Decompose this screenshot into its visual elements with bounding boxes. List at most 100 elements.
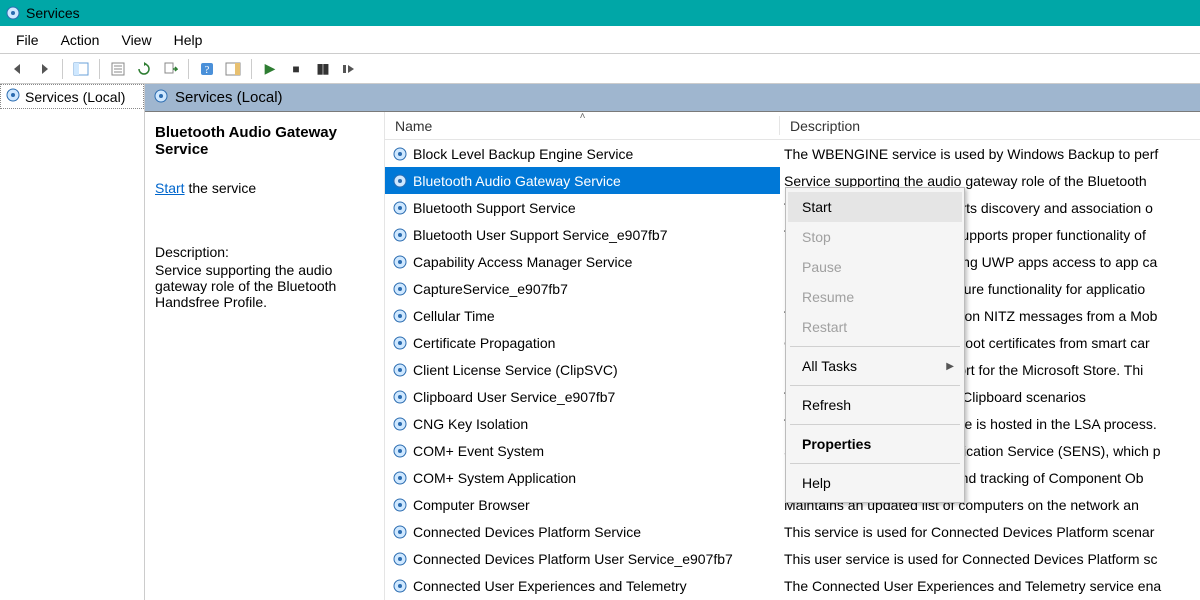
gear-icon xyxy=(391,496,409,514)
service-name: CaptureService_e907fb7 xyxy=(413,281,568,297)
action-pane-button[interactable] xyxy=(221,57,245,81)
ctx-resume: Resume xyxy=(788,282,962,312)
toolbar-separator xyxy=(62,59,63,79)
service-row[interactable]: Bluetooth Support Service xyxy=(385,194,780,221)
service-row[interactable]: Bluetooth Audio Gateway Service xyxy=(385,167,780,194)
window-title: Services xyxy=(26,5,80,21)
toolbar-separator xyxy=(251,59,252,79)
ctx-refresh[interactable]: Refresh xyxy=(788,390,962,420)
gear-icon xyxy=(391,199,409,217)
show-hide-console-tree-button[interactable] xyxy=(69,57,93,81)
tree-node-label: Services (Local) xyxy=(25,89,125,105)
service-name: Cellular Time xyxy=(413,308,495,324)
service-row[interactable]: Computer Browser xyxy=(385,491,780,518)
content-header: Services (Local) xyxy=(145,84,1200,112)
gear-icon xyxy=(391,253,409,271)
refresh-button[interactable] xyxy=(132,57,156,81)
gear-icon xyxy=(391,469,409,487)
menubar: File Action View Help xyxy=(0,26,1200,54)
toolbar: ? ▶ ■ ▮▮ xyxy=(0,54,1200,84)
service-row[interactable]: CNG Key Isolation xyxy=(385,410,780,437)
context-menu: Start Stop Pause Resume Restart All Task… xyxy=(785,187,965,503)
service-name: Client License Service (ClipSVC) xyxy=(413,362,618,378)
ctx-restart: Restart xyxy=(788,312,962,342)
service-row[interactable]: COM+ System Application xyxy=(385,464,780,491)
menu-action[interactable]: Action xyxy=(51,28,110,52)
gear-icon xyxy=(391,442,409,460)
service-row[interactable]: Connected User Experiences and Telemetry xyxy=(385,572,780,599)
gear-icon xyxy=(391,361,409,379)
gear-icon xyxy=(391,550,409,568)
start-service-button[interactable]: ▶ xyxy=(258,57,282,81)
chevron-right-icon: ▶ xyxy=(946,361,954,372)
service-name: Connected User Experiences and Telemetry xyxy=(413,578,687,594)
gear-icon xyxy=(391,172,409,190)
service-row[interactable]: Connected Devices Platform Service xyxy=(385,518,780,545)
toolbar-separator xyxy=(188,59,189,79)
service-row[interactable]: Capability Access Manager Service xyxy=(385,248,780,275)
service-description-cell[interactable]: The WBENGINE service is used by Windows … xyxy=(780,140,1200,167)
column-header-description[interactable]: Description xyxy=(780,112,1200,140)
gear-icon xyxy=(391,388,409,406)
service-name: Bluetooth User Support Service_e907fb7 xyxy=(413,227,668,243)
ctx-start[interactable]: Start xyxy=(788,192,962,222)
service-row[interactable]: Certificate Propagation xyxy=(385,329,780,356)
nav-back-button[interactable] xyxy=(6,57,30,81)
service-name: Bluetooth Support Service xyxy=(413,200,576,216)
service-description-cell[interactable]: The Connected User Experiences and Telem… xyxy=(780,572,1200,599)
ctx-stop: Stop xyxy=(788,222,962,252)
start-service-link[interactable]: Start xyxy=(155,180,185,196)
svg-text:?: ? xyxy=(205,64,210,76)
ctx-separator xyxy=(790,385,960,386)
description-text: Service supporting the audio gateway rol… xyxy=(155,262,374,310)
service-name: Block Level Backup Engine Service xyxy=(413,146,633,162)
console-tree: Services (Local) xyxy=(0,84,145,600)
nav-forward-button[interactable] xyxy=(32,57,56,81)
description-label: Description: xyxy=(155,244,374,260)
service-row[interactable]: Connected Devices Platform User Service_… xyxy=(385,545,780,572)
pause-service-button[interactable]: ▮▮ xyxy=(310,57,334,81)
gear-icon xyxy=(391,226,409,244)
service-description-cell[interactable]: This service is used for Connected Devic… xyxy=(780,518,1200,545)
service-name: COM+ Event System xyxy=(413,443,544,459)
stop-service-button[interactable]: ■ xyxy=(284,57,308,81)
menu-view[interactable]: View xyxy=(111,28,161,52)
ctx-pause: Pause xyxy=(788,252,962,282)
gear-icon xyxy=(391,145,409,163)
service-name: Connected Devices Platform User Service_… xyxy=(413,551,733,567)
service-name: Capability Access Manager Service xyxy=(413,254,632,270)
column-header-name[interactable]: ˄ Name xyxy=(385,112,780,140)
service-row[interactable]: Bluetooth User Support Service_e907fb7 xyxy=(385,221,780,248)
ctx-separator xyxy=(790,346,960,347)
service-row[interactable]: Client License Service (ClipSVC) xyxy=(385,356,780,383)
service-row[interactable]: Cellular Time xyxy=(385,302,780,329)
gear-icon xyxy=(391,577,409,595)
service-row[interactable]: COM+ Event System xyxy=(385,437,780,464)
help-button[interactable]: ? xyxy=(195,57,219,81)
ctx-separator xyxy=(790,424,960,425)
properties-button[interactable] xyxy=(106,57,130,81)
ctx-all-tasks[interactable]: All Tasks ▶ xyxy=(788,351,962,381)
menu-help[interactable]: Help xyxy=(164,28,213,52)
restart-service-button[interactable] xyxy=(336,57,360,81)
gear-icon xyxy=(391,280,409,298)
service-name: Clipboard User Service_e907fb7 xyxy=(413,389,615,405)
service-name: CNG Key Isolation xyxy=(413,416,528,432)
services-icon xyxy=(4,4,22,22)
service-row[interactable]: Block Level Backup Engine Service xyxy=(385,140,780,167)
detail-pane: Bluetooth Audio Gateway Service Start th… xyxy=(145,112,385,600)
service-description-cell[interactable]: This user service is used for Connected … xyxy=(780,545,1200,572)
titlebar: Services xyxy=(0,0,1200,26)
tree-node-services-local[interactable]: Services (Local) xyxy=(0,84,144,109)
start-service-rest: the service xyxy=(185,180,257,196)
service-name: Computer Browser xyxy=(413,497,530,513)
service-name: Certificate Propagation xyxy=(413,335,555,351)
service-row[interactable]: CaptureService_e907fb7 xyxy=(385,275,780,302)
service-row[interactable]: Clipboard User Service_e907fb7 xyxy=(385,383,780,410)
toolbar-separator xyxy=(99,59,100,79)
export-list-button[interactable] xyxy=(158,57,182,81)
sort-ascending-icon: ˄ xyxy=(580,112,586,122)
ctx-properties[interactable]: Properties xyxy=(788,429,962,459)
ctx-help[interactable]: Help xyxy=(788,468,962,498)
menu-file[interactable]: File xyxy=(6,28,49,52)
